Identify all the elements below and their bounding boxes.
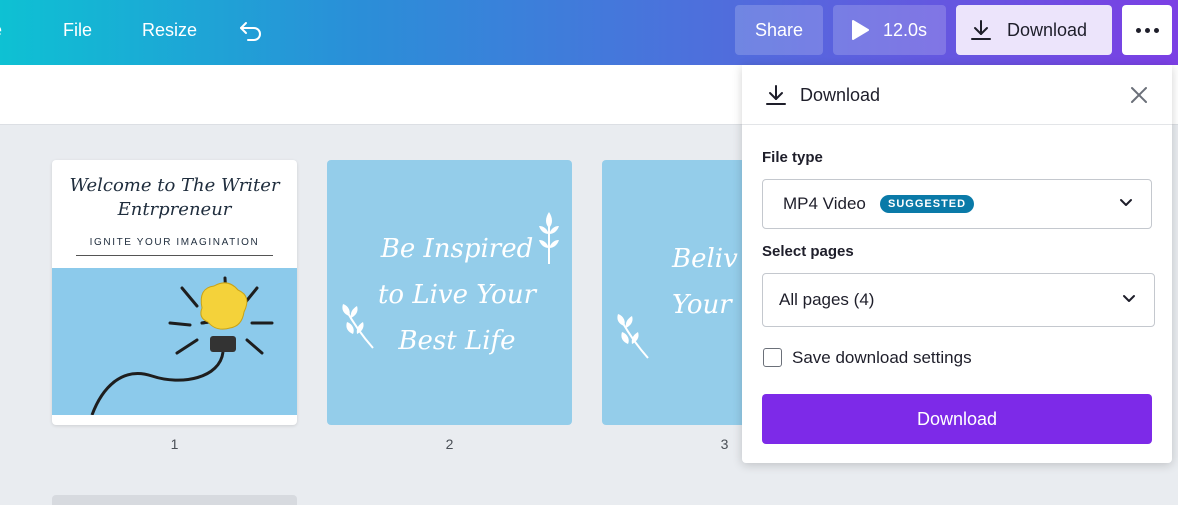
close-icon[interactable]	[1130, 86, 1148, 104]
menu-resize[interactable]: Resize	[142, 0, 197, 61]
more-dot	[1145, 28, 1150, 33]
select-pages-label: Select pages	[762, 243, 854, 260]
download-panel: Download File type MP4 Video SUGGESTED S…	[742, 65, 1172, 463]
page-thumbnail-1[interactable]: Welcome to The Writer Entrpreneur IGNITE…	[52, 160, 297, 425]
menu-file[interactable]: File	[63, 0, 92, 61]
script-line: Be Inspired	[380, 234, 534, 264]
panel-header: Download	[742, 65, 1172, 125]
play-button[interactable]: 12.0s	[833, 5, 946, 55]
page-1-title-line: Welcome to The Writer	[69, 175, 280, 196]
panel-title: Download	[800, 85, 881, 105]
download-icon	[766, 85, 786, 105]
select-pages-value: All pages (4)	[779, 290, 875, 309]
script-line: Beliv	[672, 244, 738, 274]
script-line: to Live Your	[377, 280, 537, 310]
save-settings-label[interactable]: Save download settings	[792, 348, 972, 368]
download-icon	[971, 20, 991, 40]
page-thumbnail-4[interactable]	[52, 495, 297, 505]
more-options-button[interactable]	[1122, 5, 1172, 55]
download-button[interactable]: Download	[956, 5, 1112, 55]
leaf-icon	[342, 304, 374, 349]
page-3-text: Beliv Your	[672, 236, 752, 328]
menu-home[interactable]: e	[0, 0, 2, 61]
share-button[interactable]: Share	[735, 5, 823, 55]
download-submit-button[interactable]: Download	[762, 394, 1152, 444]
lightbulb-image	[52, 268, 297, 416]
play-duration: 12.0s	[883, 20, 928, 40]
file-type-label: File type	[762, 149, 823, 166]
file-type-select[interactable]: MP4 Video SUGGESTED	[762, 179, 1152, 229]
chevron-down-icon	[1120, 199, 1132, 206]
file-type-value: MP4 Video	[783, 194, 866, 213]
leaf-icon	[539, 212, 559, 264]
top-bar: e File Resize Share 12.0s Download	[0, 0, 1178, 65]
script-line: Your	[672, 290, 732, 320]
page-1-title-line: Entrpreneur	[117, 199, 232, 220]
page-thumbnail-2[interactable]: Be Inspired to Live Your Best Life	[327, 160, 572, 425]
undo-icon[interactable]	[238, 18, 264, 44]
play-icon	[852, 20, 869, 40]
page-1-subtitle: IGNITE YOUR IMAGINATION	[89, 237, 260, 248]
download-button-label: Download	[1007, 20, 1088, 40]
page-number: 2	[445, 436, 454, 452]
suggested-badge: SUGGESTED	[880, 195, 975, 213]
page-2-text: Be Inspired to Live Your Best Life	[372, 226, 542, 364]
select-pages-dropdown[interactable]: All pages (4)	[762, 273, 1155, 327]
page-number: 1	[170, 436, 179, 452]
page-1-title: Welcome to The Writer Entrpreneur	[52, 174, 297, 222]
leaf-icon	[617, 314, 649, 359]
more-dot	[1154, 28, 1159, 33]
save-settings-checkbox[interactable]	[763, 348, 782, 367]
more-dots-icon	[1136, 28, 1141, 33]
divider	[76, 255, 273, 256]
script-line: Best Life	[398, 326, 516, 356]
chevron-down-icon	[1123, 295, 1135, 302]
